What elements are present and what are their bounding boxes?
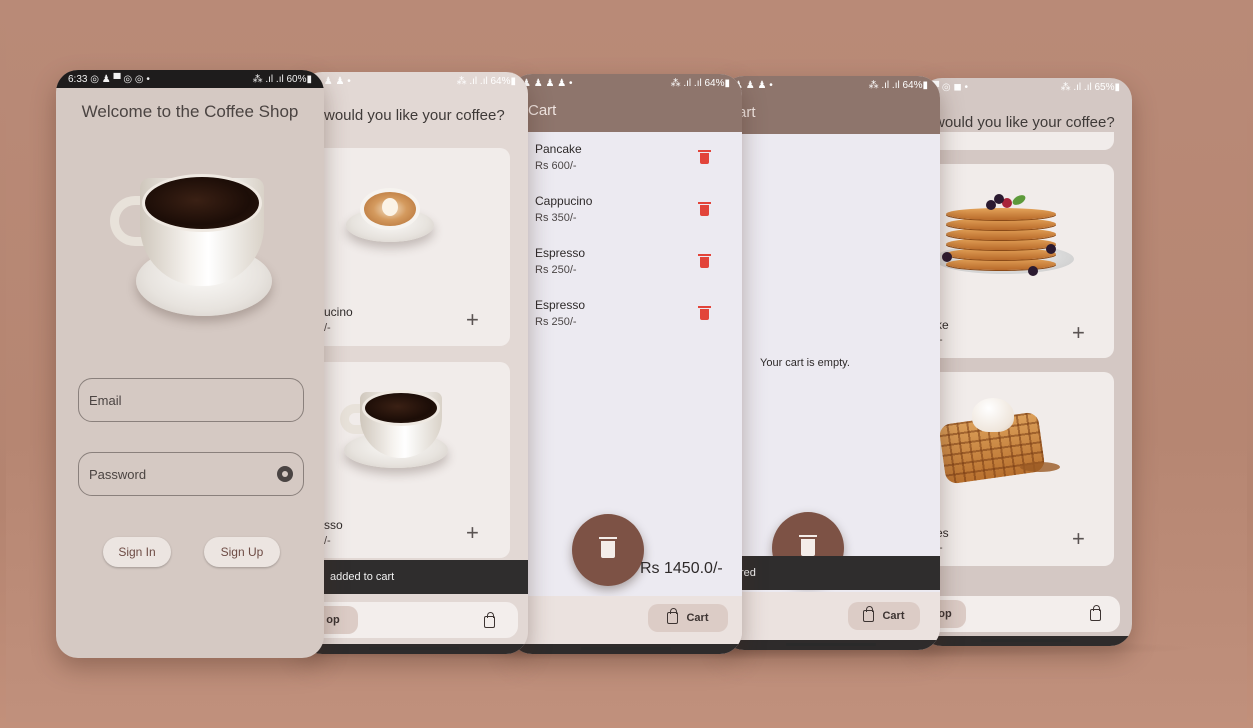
- menu-card-waffle[interactable]: es /- +: [920, 372, 1114, 566]
- bottom-nav: op: [300, 602, 518, 638]
- page-title: would you like your coffee?: [324, 107, 505, 124]
- status-right: ⁂ .ıl .ıl 64%▮: [456, 75, 516, 87]
- add-icon[interactable]: +: [1072, 322, 1085, 344]
- status-right: ⁂ .ıl .ıl 64%▮: [670, 77, 730, 89]
- pancake-image: [942, 193, 1056, 276]
- delete-icon[interactable]: [698, 150, 711, 164]
- nav-cart[interactable]: Cart: [848, 602, 920, 630]
- bag-icon: [863, 606, 875, 622]
- sign-in-button[interactable]: Sign In: [103, 537, 171, 567]
- add-icon[interactable]: +: [1072, 528, 1085, 550]
- cart-item-name: Espresso: [535, 298, 586, 312]
- email-field[interactable]: Email: [78, 378, 304, 422]
- add-icon[interactable]: +: [466, 522, 479, 544]
- page-title: Cart: [528, 102, 557, 119]
- bag-icon[interactable]: [1090, 605, 1101, 621]
- status-right: ⁂ .ıl .ıl 60%▮: [252, 73, 312, 85]
- empty-cart-message: Your cart is empty.: [760, 357, 850, 369]
- status-bar: ♟ ♟ ♟ • ⁂ .ıl .ıl 64%▮: [722, 76, 940, 94]
- coffee-surface: [362, 390, 440, 426]
- cart-item-name: Cappucino: [535, 194, 593, 208]
- status-bar: 6:33 ◎ ♟ ▀ ◎ ◎ • ⁂ .ıl .ıl 60%▮: [56, 70, 324, 88]
- bottom-nav: Cart: [510, 596, 742, 644]
- eye-icon[interactable]: [277, 466, 293, 482]
- home-indicator: [786, 643, 876, 646]
- snackbar-text: added to cart: [330, 571, 395, 583]
- cart-item-price: Rs 350/-: [535, 212, 577, 224]
- coffee-surface: [142, 174, 262, 232]
- cart-item-name: Pancake: [535, 142, 582, 156]
- snackbar: added to cart: [300, 560, 528, 594]
- menu-card-cappucino[interactable]: ucino /- +: [300, 148, 510, 346]
- menu-card-espresso[interactable]: sso /- +: [300, 362, 510, 558]
- snackbar-text: red: [740, 567, 756, 579]
- status-left: ♟ ♟ ♟ ♟ •: [522, 77, 573, 89]
- cart-item-price: Rs 250/-: [535, 264, 577, 276]
- item-name: sso: [324, 518, 343, 532]
- syrup-image: [1020, 462, 1060, 472]
- password-placeholder: Password: [89, 466, 147, 482]
- home-indicator: [581, 647, 671, 650]
- trash-icon: [799, 535, 817, 556]
- status-right: ⁂ .ıl .ıl 65%▮: [1060, 81, 1120, 93]
- cart-total: Rs 1450.0/-: [640, 560, 723, 577]
- page-title: Welcome to the Coffee Shop: [81, 102, 299, 121]
- delete-icon[interactable]: [698, 254, 711, 268]
- home-indicator: [981, 639, 1071, 642]
- phone-menu: ♟ ♟ ♟ • ⁂ .ıl .ıl 64%▮ would you like yo…: [300, 72, 528, 654]
- nav-cart-label: Cart: [686, 612, 709, 624]
- status-time: 6:33: [68, 73, 88, 85]
- delete-icon[interactable]: [698, 202, 711, 216]
- clear-cart-button[interactable]: [572, 514, 644, 586]
- status-right: ⁂ .ıl .ıl 64%▮: [868, 79, 928, 91]
- bottom-nav: op: [920, 596, 1120, 632]
- password-field[interactable]: Password: [78, 452, 304, 496]
- nav-cart[interactable]: Cart: [648, 604, 728, 632]
- phone-empty-cart: ♟ ♟ ♟ • ⁂ .ıl .ıl 64%▮ art Your cart is …: [722, 76, 940, 650]
- cart-item-price: Rs 250/-: [535, 316, 577, 328]
- cream-image: [972, 398, 1014, 432]
- status-bar: ♟ ♟ ♟ • ⁂ .ıl .ıl 64%▮: [300, 72, 528, 90]
- cart-item-name: Espresso: [535, 246, 586, 260]
- home-indicator: [369, 647, 459, 650]
- bottom-nav: Cart: [722, 592, 940, 640]
- menu-card-pancake[interactable]: ke /- +: [920, 164, 1114, 358]
- sign-up-button[interactable]: Sign Up: [204, 537, 280, 567]
- trash-icon: [599, 537, 617, 558]
- status-left: 6:33 ◎ ♟ ▀ ◎ ◎ •: [68, 74, 150, 85]
- bag-icon: [667, 608, 679, 624]
- phone-menu-secondary: ▀ ◎ ◼ • ⁂ .ıl .ıl 65%▮ would you like yo…: [920, 78, 1132, 646]
- status-bar: ♟ ♟ ♟ ♟ • ⁂ .ıl .ıl 64%▮: [510, 74, 742, 92]
- status-bar: ▀ ◎ ◼ • ⁂ .ıl .ıl 65%▮: [920, 78, 1132, 96]
- phone-cart: ♟ ♟ ♟ ♟ • ⁂ .ıl .ıl 64%▮ Cart Pancake Rs…: [510, 74, 742, 654]
- cart-item-price: Rs 600/-: [535, 160, 577, 172]
- snackbar: red: [722, 556, 940, 590]
- item-price: /-: [324, 535, 331, 547]
- item-price: /-: [324, 322, 331, 334]
- phone-login: 6:33 ◎ ♟ ▀ ◎ ◎ • ⁂ .ıl .ıl 60%▮ Welcome …: [56, 70, 324, 658]
- latte-art: [382, 198, 398, 216]
- delete-icon[interactable]: [698, 306, 711, 320]
- page-title: would you like your coffee?: [934, 114, 1115, 131]
- email-placeholder: Email: [89, 392, 122, 408]
- menu-card-partial: [920, 132, 1114, 150]
- status-notifications: ◎ ♟ ▀ ◎ ◎ •: [90, 73, 150, 85]
- nav-cart-label: Cart: [882, 610, 905, 622]
- item-name: ucino: [324, 305, 353, 319]
- bag-icon[interactable]: [484, 612, 495, 628]
- add-icon[interactable]: +: [466, 309, 479, 331]
